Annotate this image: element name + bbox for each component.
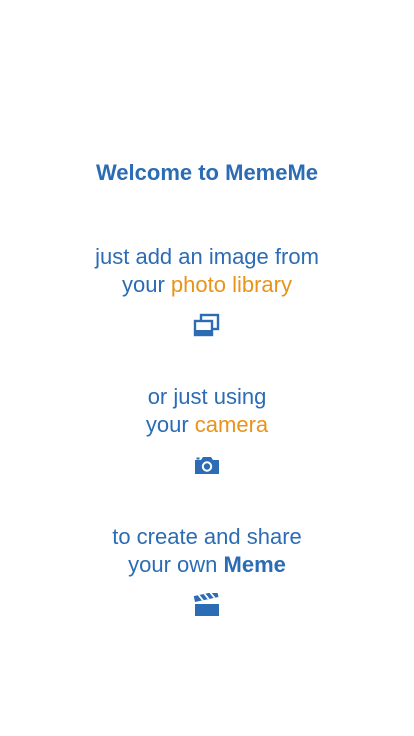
library-line-2: your photo library xyxy=(0,271,414,299)
camera-line-2: your camera xyxy=(0,411,414,439)
welcome-title: Welcome to MemeMe xyxy=(95,160,319,185)
camera-section: or just using your camera xyxy=(0,383,414,477)
photo-library-link[interactable]: photo library xyxy=(171,272,292,297)
camera-icon[interactable] xyxy=(193,453,221,477)
clapperboard-icon[interactable] xyxy=(193,593,221,617)
meme-line-1: to create and share xyxy=(112,524,302,549)
camera-line-2-prefix: your xyxy=(145,412,195,437)
photo-library-section: just add an image from your photo librar… xyxy=(0,243,414,337)
meme-section: to create and share your own Meme xyxy=(0,523,414,617)
photo-library-icon[interactable] xyxy=(193,313,221,337)
library-line-1: just add an image from xyxy=(95,244,319,269)
library-line-2-prefix: your xyxy=(122,272,171,297)
meme-line-2: your own Meme xyxy=(0,551,414,579)
meme-line-2-prefix: your own xyxy=(128,552,224,577)
camera-line-1: or just using xyxy=(147,384,267,409)
meme-highlight: Meme xyxy=(223,552,286,577)
camera-link[interactable]: camera xyxy=(195,412,268,437)
